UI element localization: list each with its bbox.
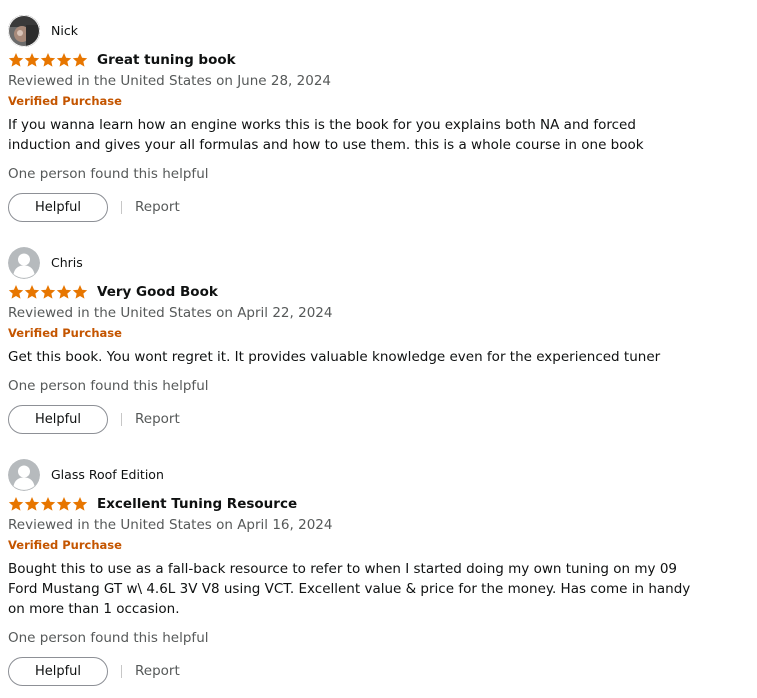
avatar[interactable] <box>8 15 40 47</box>
review-title[interactable]: Great tuning book <box>97 51 236 69</box>
star-icon <box>24 497 40 511</box>
review-title[interactable]: Very Good Book <box>97 283 218 301</box>
review-body: If you wanna learn how an engine works t… <box>8 117 644 153</box>
star-icon <box>40 285 56 299</box>
star-rating[interactable] <box>8 284 88 300</box>
review-body: Bought this to use as a fall-back resour… <box>8 561 691 617</box>
report-link[interactable]: Report <box>135 411 180 427</box>
reviewer-name[interactable]: Chris <box>51 256 83 270</box>
avatar[interactable] <box>8 247 40 279</box>
star-icon <box>24 53 40 67</box>
helpful-count: One person found this helpful <box>8 630 209 646</box>
reviewer-profile[interactable]: Nick <box>8 15 78 47</box>
review-body: Get this book. You wont regret it. It pr… <box>8 349 661 365</box>
helpful-button[interactable]: Helpful <box>8 192 108 222</box>
review-title-row: Very Good Book <box>8 283 218 301</box>
reviewer-name[interactable]: Nick <box>51 24 78 38</box>
star-icon <box>40 53 56 67</box>
review-date: Reviewed in the United States on April 1… <box>8 517 333 533</box>
star-icon <box>72 497 88 511</box>
default-avatar-icon <box>8 247 40 279</box>
profile-photo-icon <box>8 15 40 47</box>
review-actions: Helpful Report <box>8 655 180 687</box>
star-icon <box>8 497 24 511</box>
verified-purchase-badge[interactable]: Verified Purchase <box>8 538 122 553</box>
report-link[interactable]: Report <box>135 663 180 679</box>
verified-purchase-badge[interactable]: Verified Purchase <box>8 326 122 341</box>
verified-purchase-badge[interactable]: Verified Purchase <box>8 94 122 109</box>
avatar[interactable] <box>8 459 40 491</box>
star-icon <box>56 53 72 67</box>
report-link[interactable]: Report <box>135 199 180 215</box>
divider <box>121 412 122 426</box>
star-icon <box>40 497 56 511</box>
star-icon <box>72 53 88 67</box>
star-icon <box>56 285 72 299</box>
star-icon <box>8 285 24 299</box>
helpful-count: One person found this helpful <box>8 166 209 182</box>
review-actions: Helpful Report <box>8 403 180 435</box>
review-title[interactable]: Excellent Tuning Resource <box>97 495 297 513</box>
helpful-count: One person found this helpful <box>8 378 209 394</box>
reviewer-name[interactable]: Glass Roof Edition <box>51 468 164 482</box>
reviewer-profile[interactable]: Chris <box>8 247 83 279</box>
star-icon <box>56 497 72 511</box>
review-title-row: Excellent Tuning Resource <box>8 495 297 513</box>
star-rating[interactable] <box>8 496 88 512</box>
star-icon <box>24 285 40 299</box>
divider <box>121 200 122 214</box>
helpful-button[interactable]: Helpful <box>8 404 108 434</box>
divider <box>121 664 122 678</box>
star-icon <box>8 53 24 67</box>
review-title-row: Great tuning book <box>8 51 236 69</box>
star-rating[interactable] <box>8 52 88 68</box>
helpful-button[interactable]: Helpful <box>8 656 108 686</box>
default-avatar-icon <box>8 459 40 491</box>
review-date: Reviewed in the United States on April 2… <box>8 305 333 321</box>
star-icon <box>72 285 88 299</box>
review-actions: Helpful Report <box>8 191 180 223</box>
review-date: Reviewed in the United States on June 28… <box>8 73 331 89</box>
reviewer-profile[interactable]: Glass Roof Edition <box>8 459 164 491</box>
